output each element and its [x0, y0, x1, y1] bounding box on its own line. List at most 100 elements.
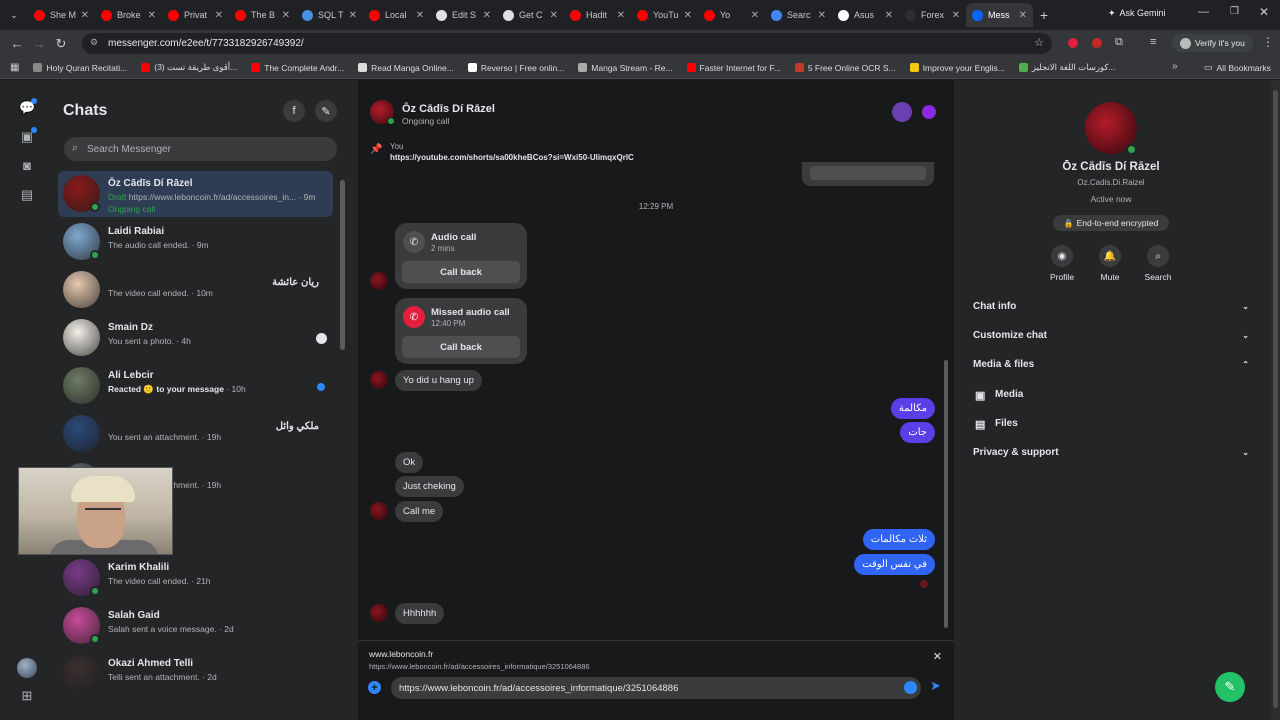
browser-tab[interactable]: Broke ✕	[95, 3, 162, 27]
message-bubble-out[interactable]: ثلاث مكالمات	[862, 529, 935, 550]
chat-list-item[interactable]: Ali Lebcir Reacted 🙂 to your message · 10…	[58, 363, 333, 409]
ask-gemini-button[interactable]: ✦ Ask Gemini	[1108, 8, 1166, 19]
bookmark-item[interactable]: The Complete Andr...	[251, 63, 344, 73]
emoji-icon[interactable]	[904, 681, 917, 694]
bookmark-item[interactable]: Holy Quran Recitati...	[33, 63, 127, 73]
new-message-icon[interactable]: ✎	[315, 100, 337, 122]
e2ee-badge[interactable]: 🔒 End-to-end encrypted	[1053, 215, 1169, 231]
compose-fab-icon[interactable]: ✎	[1215, 672, 1245, 702]
menu-kebab-icon[interactable]: ⋮	[1262, 35, 1274, 49]
site-info-icon[interactable]: ⚙	[90, 37, 98, 48]
expand-sidebar-icon[interactable]: ⊞	[19, 688, 35, 704]
close-tab-icon[interactable]: ✕	[282, 10, 290, 21]
new-tab-button[interactable]: +	[1033, 7, 1055, 23]
verify-profile-button[interactable]: Verify it's you	[1172, 34, 1253, 52]
bookmark-item[interactable]: 5 Free Online OCR S...	[794, 63, 896, 73]
conversation-info-icon[interactable]	[922, 105, 936, 119]
close-tab-icon[interactable]: ✕	[416, 10, 424, 21]
chats-scrollbar[interactable]	[340, 180, 345, 350]
close-tab-icon[interactable]: ✕	[751, 10, 759, 21]
browser-tab[interactable]: Yo ✕	[698, 3, 765, 27]
browser-tab[interactable]: Local ✕	[363, 3, 430, 27]
bookmark-item[interactable]: Reverso | Free onlin...	[467, 63, 564, 73]
close-tab-icon[interactable]: ✕	[483, 10, 491, 21]
maximize-button[interactable]: ❐	[1230, 6, 1239, 17]
message-bubble-in[interactable]: Just cheking	[395, 476, 464, 497]
reload-icon[interactable]: ↻	[50, 36, 72, 52]
bookmark-item[interactable]: Read Manga Online...	[358, 63, 454, 73]
minimize-button[interactable]: —	[1198, 6, 1209, 18]
browser-tab[interactable]: YouTu ✕	[631, 3, 698, 27]
message-bubble-in[interactable]: Ok	[395, 452, 424, 473]
media-files-section[interactable]: Media & files ⌃	[973, 359, 1249, 379]
browser-tab[interactable]: Privat ✕	[162, 3, 229, 27]
chat-info-section[interactable]: Chat info ⌄	[973, 301, 1249, 321]
message-input[interactable]: https://www.leboncoin.fr/ad/accessoires_…	[391, 677, 921, 699]
conversation-scrollbar[interactable]	[944, 360, 948, 628]
message-bubble-in[interactable]: Call me	[395, 501, 444, 522]
browser-tab[interactable]: Forex ✕	[899, 3, 966, 27]
bookmark-item[interactable]: (3) أقوى طريقة تست...	[141, 62, 237, 73]
files-item[interactable]: ▤ Files	[975, 418, 1245, 438]
profile-button[interactable]: ◉ Profile	[1038, 245, 1086, 282]
mute-button[interactable]: 🔔 Mute	[1086, 245, 1134, 282]
archive-nav-icon[interactable]: ▤	[19, 187, 35, 203]
message-bubble-out[interactable]: جات	[900, 422, 935, 443]
browser-tab[interactable]: She M ✕	[28, 3, 95, 27]
previous-call-button[interactable]	[810, 166, 926, 180]
message-bubble-out[interactable]: في نفس الوقت	[854, 554, 935, 575]
call-back-button-2[interactable]: Call back	[402, 336, 520, 358]
send-icon[interactable]: ➤	[930, 678, 941, 694]
address-bar[interactable]: ⚙ messenger.com/e2ee/t/7733182926749392/…	[82, 33, 1052, 54]
close-tab-icon[interactable]: ✕	[684, 10, 692, 21]
customize-chat-section[interactable]: Customize chat ⌄	[973, 330, 1249, 350]
chat-list-item[interactable]: ريان عائشة The video call ended. · 10m	[58, 267, 333, 313]
browser-tab[interactable]: Searc ✕	[765, 3, 832, 27]
close-tab-icon[interactable]: ✕	[81, 10, 89, 21]
forward-icon[interactable]: →	[28, 36, 50, 51]
close-tab-icon[interactable]: ✕	[818, 10, 826, 21]
browser-tab[interactable]: Edit S ✕	[430, 3, 497, 27]
chat-list-item[interactable]: Ōz Cādīs Dí Rāzel Draft https://www.lebon…	[58, 171, 333, 217]
message-bubble-out[interactable]: مكالمة	[890, 398, 935, 419]
browser-tab[interactable]: Mess ✕	[966, 3, 1033, 27]
close-icon[interactable]: ✕	[933, 650, 942, 663]
chat-list-item[interactable]: Okazi Ahmed Telli Telli sent an attachmen…	[58, 651, 333, 697]
extension-icon-2[interactable]	[1092, 38, 1102, 48]
chat-list-item[interactable]: ملكي وائل You sent an attachment. · 19h	[58, 411, 333, 457]
chat-list-item[interactable]: Laidi Rabiai The audio call ended. · 9m	[58, 219, 333, 265]
bookmark-star-icon[interactable]: ☆	[1034, 36, 1044, 49]
add-attachment-icon[interactable]: +	[368, 681, 381, 694]
message-bubble-in[interactable]: Yo did u hang up	[395, 370, 482, 391]
close-tab-icon[interactable]: ✕	[550, 10, 558, 21]
page-scrollbar[interactable]	[1271, 80, 1280, 720]
close-tab-icon[interactable]: ✕	[952, 10, 960, 21]
chat-list-item[interactable]: Karim Khalili The video call ended. · 21h	[58, 555, 333, 601]
extension-icon-1[interactable]	[1068, 38, 1078, 48]
browser-tab[interactable]: Hadit ✕	[564, 3, 631, 27]
more-bookmarks-chevron-icon[interactable]: »	[1172, 61, 1178, 72]
tab-search-icon[interactable]: ⌄	[0, 10, 28, 21]
media-item[interactable]: ▣ Media	[975, 389, 1245, 409]
close-tab-icon[interactable]: ✕	[1019, 10, 1027, 21]
browser-tab[interactable]: The B ✕	[229, 3, 296, 27]
close-window-button[interactable]: ✕	[1259, 5, 1269, 19]
back-icon[interactable]: ←	[6, 36, 28, 51]
browser-tab[interactable]: Asus ✕	[832, 3, 899, 27]
search-input[interactable]: ⌕ Search Messenger	[64, 137, 337, 161]
browser-tab[interactable]: SQL T ✕	[296, 3, 363, 27]
close-tab-icon[interactable]: ✕	[617, 10, 625, 21]
bookmark-item[interactable]: Improve your Englis...	[909, 63, 1005, 73]
pinned-link[interactable]: https://youtube.com/shorts/sa00kheBCos?s…	[390, 153, 634, 162]
chat-list-item[interactable]: Smain Dz You sent a photo. · 4h	[58, 315, 333, 361]
requests-nav-icon[interactable]: ◙	[19, 158, 35, 174]
apps-grid-icon[interactable]: ▦	[10, 62, 19, 73]
close-tab-icon[interactable]: ✕	[349, 10, 357, 21]
privacy-support-section[interactable]: Privacy & support ⌄	[973, 447, 1249, 467]
join-call-icon[interactable]	[892, 102, 912, 122]
message-bubble-in[interactable]: Hhhhhh	[395, 603, 445, 624]
search-button[interactable]: ⌕ Search	[1134, 245, 1182, 282]
facebook-icon[interactable]: f	[283, 100, 305, 122]
close-tab-icon[interactable]: ✕	[215, 10, 223, 21]
chat-list-item[interactable]: Salah Gaid Salah sent a voice message. · …	[58, 603, 333, 649]
